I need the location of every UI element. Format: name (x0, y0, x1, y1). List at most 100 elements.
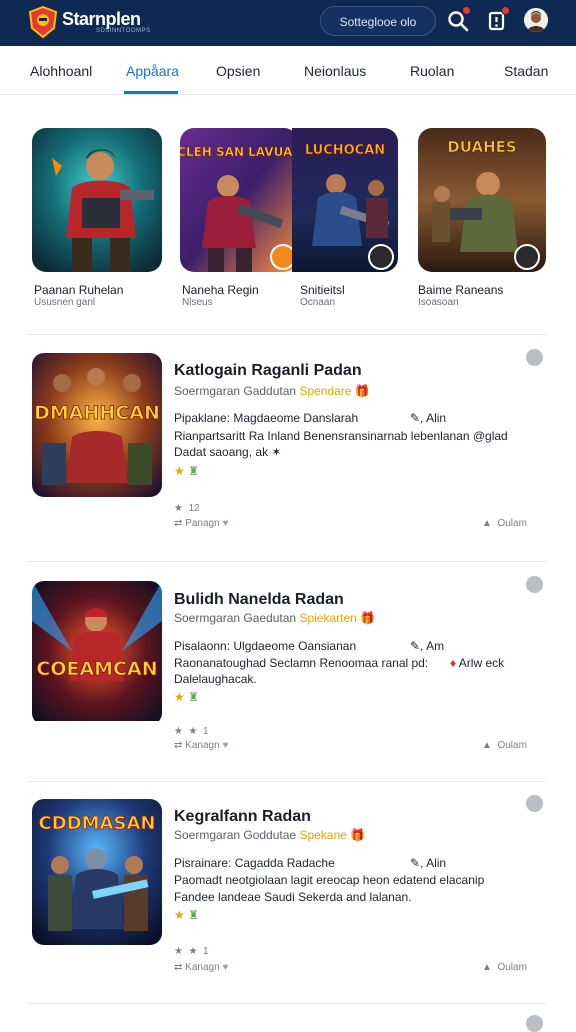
featured-title-2: Naneha Regin (182, 283, 259, 297)
brand-name: Starnplen (62, 9, 141, 29)
list-item-thumbnail-3[interactable]: CDDMASAN (32, 799, 162, 945)
item-meta-left-3[interactable]: ⇄ Kanagn ♥ (174, 962, 228, 973)
item-line2-right-2: ♦ Arlw eck (450, 656, 504, 670)
item-meta-count-text-1: 12 (188, 503, 200, 514)
featured-art-4-text: DUAHES (447, 138, 516, 156)
item-line1-1: Pipaklane: Magdaeome Danslarah (174, 411, 359, 425)
item-meta-right-1[interactable]: ▲ Oulam (482, 518, 527, 529)
item-meta-count-3: ★ ★ 1 (174, 946, 209, 957)
item-line2-1: Rianpartsaritt Ra Inland Benensransinarn… (174, 429, 508, 443)
item-sub-highlight-2: Spiekarten (299, 611, 357, 625)
featured-badge-3 (368, 244, 394, 270)
item-meta-left-text-1: Panagn (185, 518, 220, 529)
item-line1-right-text-2: Am (426, 639, 445, 653)
active-tab-indicator (124, 91, 178, 94)
featured-card-3[interactable]: LUCHOCAN (292, 128, 398, 272)
item-meta-right-2[interactable]: ▲ Oulam (482, 740, 527, 751)
item-title-3[interactable]: Kegralfann Radan (174, 808, 311, 826)
item-line1-3: Pisrainare: Cagadda Radache (174, 856, 335, 870)
brand-tagline: SDSINNTOOMPS (96, 28, 151, 34)
item-line1-right-3: ✎, Alin (410, 856, 447, 870)
tab-ruolan[interactable]: Ruolan (410, 63, 454, 79)
thumbnail-art-3-text: CDDMASAN (39, 813, 156, 834)
trophy-icon: ♜ (188, 690, 199, 704)
tab-stadan[interactable]: Stadan (504, 63, 548, 79)
gift-icon: 🎁 (360, 611, 376, 625)
category-tabs: Alohhoanl Appåara Opsien Neionlaus Ruola… (0, 46, 576, 95)
heart-icon[interactable]: ♥ (222, 962, 228, 973)
rating-star-icon: ★ ♜ (174, 464, 199, 478)
more-options-icon[interactable] (526, 576, 543, 593)
item-title-1[interactable]: Katlogain Raganli Padan (174, 362, 362, 380)
section-divider (28, 334, 546, 335)
search-icon[interactable] (446, 6, 471, 33)
item-meta-right-3[interactable]: ▲ Oulam (482, 962, 527, 973)
featured-art-3-text: LUCHOCAN (305, 143, 385, 158)
item-line3-1: Dadat saoang, ak ✶ (174, 445, 282, 459)
item-meta-count-1: ★ 12 (174, 503, 200, 514)
item-meta-right-text-2: Oulam (497, 740, 527, 751)
featured-sub-4: Isoasoan (418, 297, 459, 308)
item-subtitle-3: Soermgaran Goddutae Spekane 🎁 (174, 828, 365, 842)
featured-sub-1: Ususnen ganl (34, 297, 96, 308)
tab-neionlaus[interactable]: Neionlaus (304, 63, 366, 79)
trophy-icon: ♜ (188, 464, 199, 478)
featured-sub-2: Nlseus (182, 297, 213, 308)
item-sub-prefix-3: Soermgaran Goddutae (174, 828, 297, 842)
tab-alohhoanl[interactable]: Alohhoanl (30, 63, 92, 79)
more-options-icon[interactable] (526, 795, 543, 812)
item-meta-left-1[interactable]: ⇄ Panagn ♥ (174, 518, 228, 529)
rating-star-icon: ★ ♜ (174, 690, 199, 704)
featured-card-1[interactable] (32, 128, 162, 272)
heart-icon[interactable]: ♥ (222, 518, 228, 529)
item-line3-text-1: Dadat saoang, ak (174, 445, 269, 459)
flag-icon: ♦ (450, 656, 457, 670)
thumbnail-art-2: COEAMCAN (32, 581, 162, 721)
item-subtitle-1: Soermgaran Gaddutan Spendare 🎁 (174, 384, 370, 398)
item-line2-2: Raonanatoughad Seclamn Renoomaa ranal pd… (174, 656, 429, 670)
list-item-thumbnail-2[interactable]: COEAMCAN (32, 581, 162, 725)
item-title-2[interactable]: Bulidh Nanelda Radan (174, 591, 344, 609)
featured-title-3: Snitieitsl (300, 283, 345, 297)
list-item-thumbnail-1[interactable]: DMAHHCAN (32, 353, 162, 497)
item-meta-count-text-2: 1 (203, 726, 209, 737)
featured-card-2[interactable]: DACLEH SAN LAVUADAS (180, 128, 298, 272)
item-line1-right-text-1: Alin (426, 411, 447, 425)
search-pill[interactable]: Sotteglooe olo (320, 6, 436, 36)
item-line1-right-1: ✎, Alin (410, 411, 447, 425)
thumbnail-art-3: CDDMASAN (32, 799, 162, 945)
notification-icon[interactable] (486, 6, 510, 33)
item-meta-left-2[interactable]: ⇄ Kanagn ♥ (174, 740, 228, 751)
featured-title-4: Baime Raneans (418, 283, 504, 297)
item-divider (28, 1003, 546, 1004)
featured-title-1: Paanan Ruhelan (34, 283, 124, 297)
featured-card-4[interactable]: DUAHES (418, 128, 546, 272)
avatar[interactable] (524, 8, 548, 32)
item-subtitle-2: Soermgaran Gaedutan Spiekarten 🎁 (174, 611, 375, 625)
item-sub-prefix-1: Soermgaran Gaddutan (174, 384, 297, 398)
item-meta-right-text-3: Oulam (497, 962, 527, 973)
heart-icon[interactable]: ♥ (222, 740, 228, 751)
featured-badge-4 (514, 244, 540, 270)
app-logo[interactable] (28, 6, 58, 38)
thumbnail-art-1-text: DMAHHCAN (34, 402, 160, 424)
search-badge-dot (462, 6, 471, 15)
rating-star-icon: ★ ♜ (174, 908, 199, 922)
top-app-bar: Starnplen SDSINNTOOMPS Sotteglooe olo (0, 0, 576, 46)
featured-art-2-text: DACLEH SAN LAVUADAS (180, 145, 298, 159)
item-meta-left-text-2: Kanagn (185, 740, 220, 751)
item-line3-2: Dalelaughacak. (174, 672, 257, 686)
item-sub-highlight-3: Spekane (299, 828, 347, 842)
item-line1-right-text-3: Alin (426, 856, 447, 870)
item-divider (28, 781, 546, 782)
item-sub-highlight-1: Spendare (299, 384, 352, 398)
gift-icon: 🎁 (350, 828, 366, 842)
item-line2-3: Paomadt neotgiolaan lagit ereocap heon e… (174, 873, 485, 887)
tab-appaara[interactable]: Appåara (126, 63, 179, 79)
more-options-icon[interactable] (526, 349, 543, 366)
item-meta-count-2: ★ ★ 1 (174, 726, 209, 737)
notification-badge-dot (501, 6, 510, 15)
item-meta-left-text-3: Kanagn (185, 962, 220, 973)
tab-opsien[interactable]: Opsien (216, 63, 260, 79)
item-divider (28, 561, 546, 562)
